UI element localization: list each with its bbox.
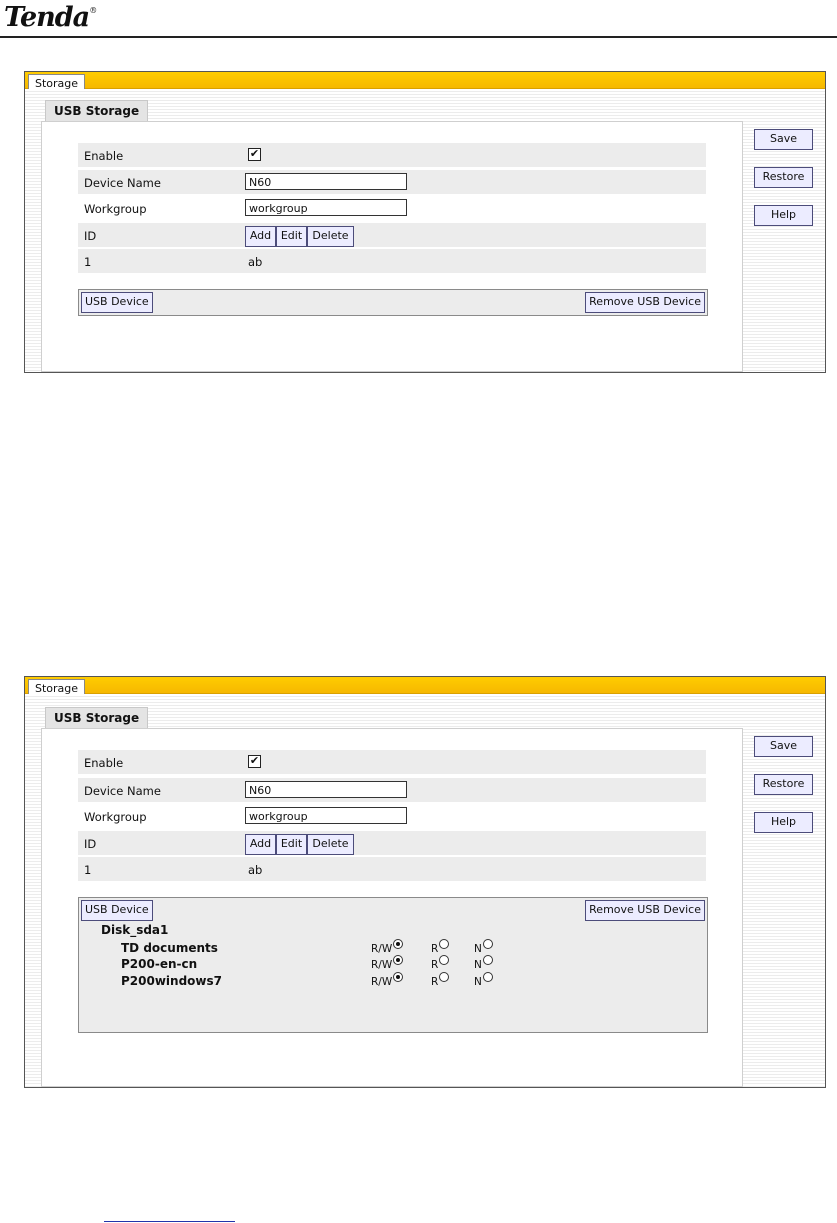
share-name: TD documents [121,941,218,955]
help-button[interactable]: Help [754,812,813,833]
help-button[interactable]: Help [754,205,813,226]
section-title: USB Storage [45,100,149,121]
device-name-input[interactable]: N60 [245,781,407,798]
workgroup-row: Workgroup workgroup [78,196,706,220]
tab-bar [25,72,825,89]
content-area: Enable ✔ Device Name N60 Workgroup workg… [41,121,743,372]
radio-rw[interactable] [393,972,404,982]
enable-label: Enable [84,756,124,770]
tenda-logo: Tenda® [4,2,97,33]
id-row: ID Add Edit Delete [78,223,706,247]
restore-button[interactable]: Restore [754,167,813,188]
usb-device-button[interactable]: USB Device [81,292,153,313]
usb-device-box: USB Device Remove USB Device [78,289,708,316]
workgroup-label: Workgroup [84,810,147,824]
enable-checkbox[interactable]: ✔ [248,148,261,161]
share-name: P200-en-cn [121,957,198,971]
perm-r[interactable]: R [431,955,450,971]
radio-rw[interactable] [393,939,404,949]
perm-rw[interactable]: R/W [371,939,404,955]
share-name: P200windows7 [121,974,222,988]
radio-r[interactable] [439,972,450,982]
perm-n[interactable]: N [474,972,493,988]
add-button[interactable]: Add [245,226,276,247]
user-row: 1 ab [78,857,706,881]
id-row: ID Add Edit Delete [78,831,706,855]
workgroup-row: Workgroup workgroup [78,804,706,828]
header-divider [0,36,837,38]
tab-bar [25,677,825,694]
device-name-row: Device Name N60 [78,170,706,194]
radio-r[interactable] [439,939,450,949]
edit-button[interactable]: Edit [276,226,307,247]
perm-rw[interactable]: R/W [371,972,404,988]
remove-usb-device-button[interactable]: Remove USB Device [585,900,705,921]
radio-n[interactable] [482,939,493,949]
perm-r[interactable]: R [431,939,450,955]
enable-row: Enable ✔ [78,143,706,167]
workgroup-input[interactable]: workgroup [245,807,407,824]
id-label: ID [84,229,97,243]
storage-panel-1: Storage USB Storage Enable ✔ Device Name… [24,71,826,373]
device-name-label: Device Name [84,784,161,798]
perm-n[interactable]: N [474,939,493,955]
usb-device-box: USB Device Remove USB Device Disk_sda1 T… [78,897,708,1033]
link-underline[interactable] [104,1221,235,1222]
section-title: USB Storage [45,707,149,728]
user-row: 1 ab [78,249,706,273]
device-name-input[interactable]: N60 [245,173,407,190]
enable-row: Enable ✔ [78,750,706,774]
perm-rw[interactable]: R/W [371,955,404,971]
add-button[interactable]: Add [245,834,276,855]
id-label: ID [84,837,97,851]
device-name-label: Device Name [84,176,161,190]
restore-button[interactable]: Restore [754,774,813,795]
workgroup-input[interactable]: workgroup [245,199,407,216]
perm-r[interactable]: R [431,972,450,988]
delete-button[interactable]: Delete [307,226,354,247]
storage-panel-2: Storage USB Storage Enable ✔ Device Name… [24,676,826,1088]
radio-n[interactable] [482,972,493,982]
save-button[interactable]: Save [754,736,813,757]
device-name-row: Device Name N60 [78,778,706,802]
user-id: 1 [84,863,92,877]
user-name: ab [248,863,263,877]
perm-n[interactable]: N [474,955,493,971]
user-name: ab [248,255,263,269]
usb-device-button[interactable]: USB Device [81,900,153,921]
user-id: 1 [84,255,92,269]
disk-label: Disk_sda1 [101,923,169,937]
enable-label: Enable [84,149,124,163]
radio-r[interactable] [439,955,450,965]
radio-n[interactable] [482,955,493,965]
workgroup-label: Workgroup [84,202,147,216]
delete-button[interactable]: Delete [307,834,354,855]
radio-rw[interactable] [393,955,404,965]
enable-checkbox[interactable]: ✔ [248,755,261,768]
edit-button[interactable]: Edit [276,834,307,855]
save-button[interactable]: Save [754,129,813,150]
remove-usb-device-button[interactable]: Remove USB Device [585,292,705,313]
content-area: Enable ✔ Device Name N60 Workgroup workg… [41,728,743,1087]
